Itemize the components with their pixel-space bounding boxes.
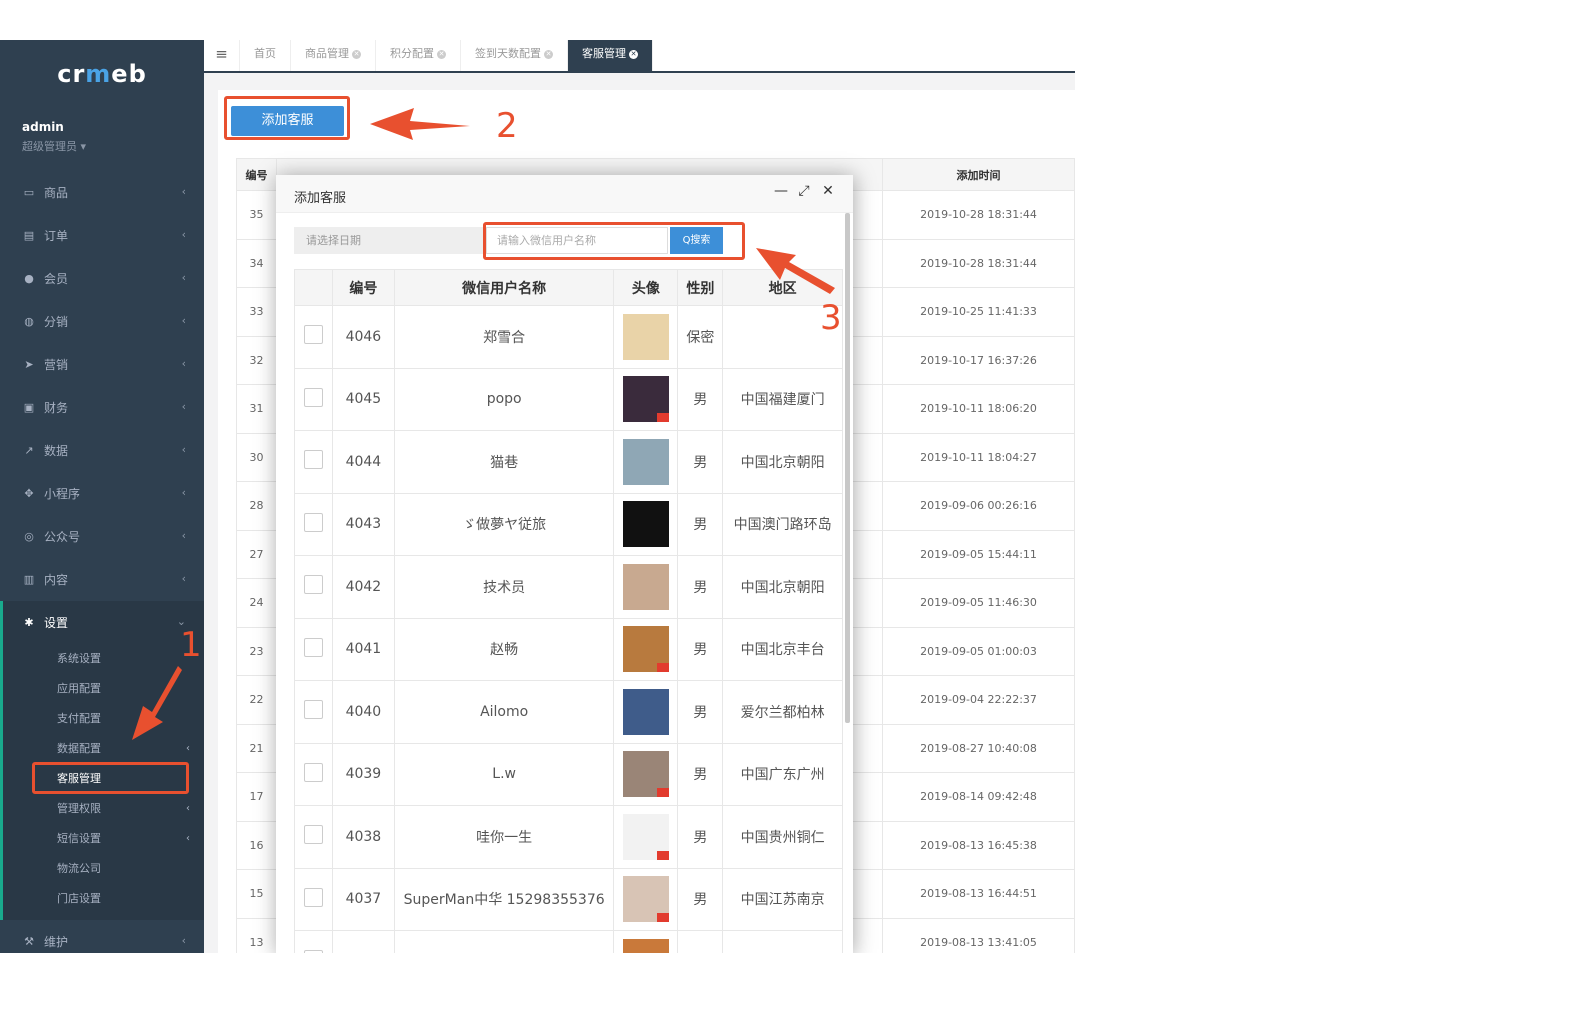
arrow-2	[370, 108, 470, 140]
arrow-3	[756, 248, 835, 294]
annotation-arrows	[132, 108, 835, 740]
arrow-1	[132, 666, 182, 740]
